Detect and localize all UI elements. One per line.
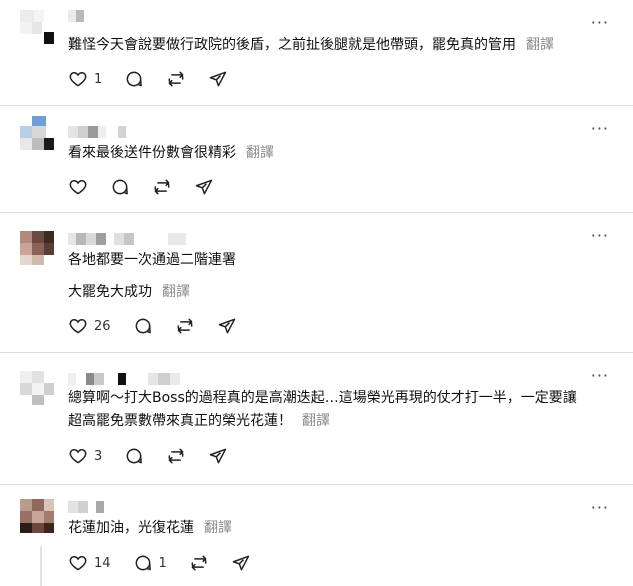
repost-button[interactable] [175,316,195,336]
repost-icon [154,179,170,195]
more-options-button[interactable]: ··· [591,15,609,31]
like-button[interactable] [68,177,88,197]
heart-icon [69,448,87,464]
comment-post: ··· 總算啊～打大Boss的過程真的是高潮迭起…這場榮光再現的仗才打一半，一定… [0,353,633,484]
comment-text: 總算啊～打大Boss的過程真的是高潮迭起…這場榮光再現的仗才打一半，一定要讓 [68,390,577,406]
action-bar: 14 1 [68,552,273,574]
reply-thread-line [40,546,42,586]
more-options-button[interactable]: ··· [591,121,609,137]
share-button[interactable] [194,177,214,197]
action-bar: 26 [68,315,259,337]
send-icon [195,179,213,195]
comment-text-line2: 超高罷免票數帶來真正的榮光花蓮！ 翻譯 [68,413,330,429]
comment-button[interactable] [133,316,153,336]
comment-icon [135,555,151,571]
comment-button[interactable] [124,69,144,89]
share-button[interactable] [208,69,228,89]
repost-button[interactable] [166,446,186,466]
more-options-button[interactable]: ··· [591,368,609,384]
comment-text: 難怪今天會說要做行政院的後盾，之前扯後腿就是他帶頭，罷免真的管用 翻譯 [68,37,554,53]
action-bar: 1 [68,68,250,90]
repost-button[interactable] [189,553,209,573]
translate-link[interactable]: 翻譯 [302,413,330,429]
comment-icon [126,71,143,87]
send-icon [210,71,227,87]
action-bar: 3 [68,445,250,467]
repost-icon [177,318,192,334]
send-icon [210,448,227,464]
share-button[interactable] [208,446,228,466]
comment-text: 花蓮加油，光復花蓮 翻譯 [68,520,232,536]
more-options-button[interactable]: ··· [591,500,609,516]
comment-count: 1 [158,555,167,571]
avatar[interactable] [20,10,54,44]
like-count: 1 [94,71,103,87]
avatar[interactable] [20,499,54,533]
avatar[interactable] [20,231,54,265]
heart-icon [69,318,87,334]
comment-button[interactable] [110,177,130,197]
like-button[interactable]: 26 [68,316,111,336]
comment-text-line2: 大罷免大成功 翻譯 [68,284,190,300]
avatar[interactable] [20,116,54,150]
like-button[interactable]: 3 [68,446,102,466]
translate-link[interactable]: 翻譯 [204,520,232,536]
comment-post: ··· 難怪今天會說要做行政院的後盾，之前扯後腿就是他帶頭，罷免真的管用 翻譯 1 [0,0,633,105]
comment-button[interactable] [124,446,144,466]
comment-text: 各地都要一次通過二階連署 [68,252,236,268]
comment-icon [135,318,151,334]
like-button[interactable]: 14 [68,553,111,573]
heart-icon [69,179,87,195]
repost-icon [168,448,184,464]
comment-text: 看來最後送件份數會很精彩 翻譯 [68,145,274,161]
heart-icon [69,555,87,571]
repost-icon [168,71,184,87]
repost-button[interactable] [166,69,186,89]
translate-link[interactable]: 翻譯 [162,284,190,300]
like-count: 3 [94,448,103,464]
like-button[interactable]: 1 [68,69,102,89]
action-bar [68,176,236,198]
comment-post: ··· 花蓮加油，光復花蓮 翻譯 14 1 [0,485,633,586]
like-count: 14 [94,555,111,571]
share-button[interactable] [231,553,251,573]
comment-icon [112,179,128,195]
comment-post: ··· 各地都要一次通過二階連署 大罷免大成功 翻譯 26 [0,213,633,352]
send-icon [232,555,250,571]
repost-icon [191,555,207,571]
avatar[interactable] [20,371,54,405]
more-options-button[interactable]: ··· [591,228,609,244]
send-icon [218,318,235,334]
translate-link[interactable]: 翻譯 [526,37,554,53]
comment-post: ··· 看來最後送件份數會很精彩 翻譯 [0,106,633,212]
comment-icon [126,448,143,464]
heart-icon [69,71,87,87]
comment-button[interactable]: 1 [133,553,167,573]
translate-link[interactable]: 翻譯 [246,145,274,161]
share-button[interactable] [217,316,237,336]
like-count: 26 [94,318,111,334]
repost-button[interactable] [152,177,172,197]
